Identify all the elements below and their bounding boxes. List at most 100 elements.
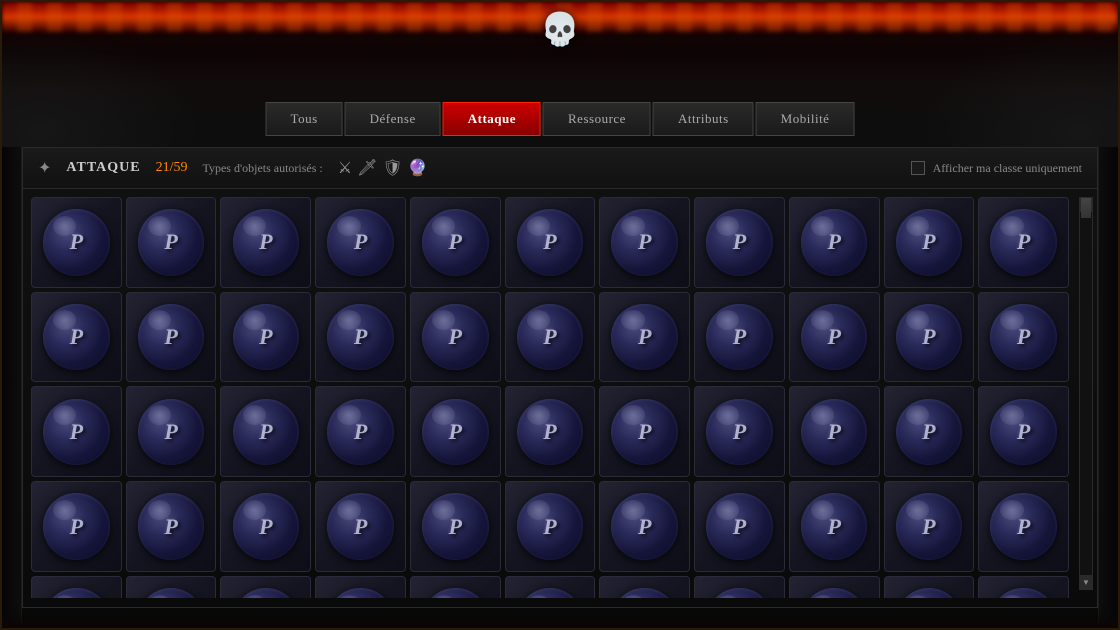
skill-item[interactable]: P xyxy=(599,292,690,383)
skill-orb: P xyxy=(517,588,584,598)
skill-item[interactable]: P xyxy=(31,292,122,383)
skill-icon: P xyxy=(896,304,963,371)
main-container: 💀 Tous Défense Attaque Ressource Attribu… xyxy=(0,0,1120,630)
skill-symbol: P xyxy=(922,419,935,445)
skill-item[interactable]: P xyxy=(410,197,501,288)
skill-icon: P xyxy=(517,209,584,276)
skill-item[interactable]: P xyxy=(220,197,311,288)
skill-item[interactable]: P xyxy=(315,292,406,383)
skill-item[interactable]: P xyxy=(789,386,880,477)
skill-orb: P xyxy=(327,304,394,371)
tab-ressource[interactable]: Ressource xyxy=(543,102,651,136)
skill-icon: P xyxy=(43,304,110,371)
skill-icon: P xyxy=(896,493,963,560)
skill-item[interactable]: P xyxy=(789,292,880,383)
skill-symbol: P xyxy=(543,229,556,255)
skill-item[interactable]: P xyxy=(126,481,217,572)
skill-item[interactable]: P xyxy=(31,386,122,477)
tab-defense[interactable]: Défense xyxy=(345,102,441,136)
scrollbar-arrow-down[interactable]: ▼ xyxy=(1080,575,1092,589)
skill-symbol: P xyxy=(70,514,83,540)
skill-orb: P xyxy=(233,493,300,560)
skill-orb: P xyxy=(990,588,1057,598)
skill-item[interactable]: P xyxy=(220,481,311,572)
skill-icon: P xyxy=(233,399,300,466)
skill-item[interactable]: P xyxy=(789,481,880,572)
skill-item[interactable]: P xyxy=(410,386,501,477)
skill-item[interactable]: P xyxy=(315,481,406,572)
skill-item[interactable]: P xyxy=(978,481,1069,572)
skill-icon: P xyxy=(517,588,584,598)
skill-item[interactable]: P xyxy=(978,197,1069,288)
skill-item[interactable]: P xyxy=(315,576,406,598)
skill-item[interactable]: P xyxy=(505,386,596,477)
skill-item[interactable]: P xyxy=(220,576,311,598)
skill-symbol: P xyxy=(449,229,462,255)
skill-item[interactable]: P xyxy=(789,197,880,288)
skill-icon: P xyxy=(43,588,110,598)
skill-item[interactable]: P xyxy=(599,481,690,572)
skill-item[interactable]: P xyxy=(126,197,217,288)
skill-icon: P xyxy=(422,209,489,276)
skill-item[interactable]: P xyxy=(505,197,596,288)
tab-attaque[interactable]: Attaque xyxy=(443,102,541,136)
skill-item[interactable]: P xyxy=(410,292,501,383)
skill-item[interactable]: P xyxy=(505,481,596,572)
skill-item[interactable]: P xyxy=(599,197,690,288)
skill-symbol: P xyxy=(733,419,746,445)
skill-item[interactable]: P xyxy=(505,292,596,383)
skill-item[interactable]: P xyxy=(599,386,690,477)
skill-orb: P xyxy=(611,209,678,276)
skill-item[interactable]: P xyxy=(126,292,217,383)
class-filter-checkbox[interactable] xyxy=(911,161,925,175)
skill-item[interactable]: P xyxy=(694,197,785,288)
skill-icon: P xyxy=(896,399,963,466)
weapon-icon-4: 🔮 xyxy=(408,158,428,178)
skill-item[interactable]: P xyxy=(978,386,1069,477)
skill-orb: P xyxy=(706,304,773,371)
skill-item[interactable]: P xyxy=(694,386,785,477)
skill-icon: P xyxy=(801,209,868,276)
skill-item[interactable]: P xyxy=(31,481,122,572)
skill-symbol: P xyxy=(922,324,935,350)
weapon-icon-1: ⚔ xyxy=(338,158,352,178)
skill-icon: P xyxy=(43,209,110,276)
skill-orb: P xyxy=(43,493,110,560)
skill-item[interactable]: P xyxy=(884,386,975,477)
scrollbar-thumb[interactable] xyxy=(1081,198,1091,218)
skill-item[interactable]: P xyxy=(126,576,217,598)
skill-item[interactable]: P xyxy=(789,576,880,598)
tab-mobilite[interactable]: Mobilité xyxy=(756,102,855,136)
skill-item[interactable]: P xyxy=(978,576,1069,598)
skill-item[interactable]: P xyxy=(694,481,785,572)
skill-item[interactable]: P xyxy=(315,197,406,288)
skill-item[interactable]: P xyxy=(31,576,122,598)
skill-icon: P xyxy=(896,588,963,598)
skill-item[interactable]: P xyxy=(884,481,975,572)
skill-symbol: P xyxy=(354,419,367,445)
skill-item[interactable]: P xyxy=(31,197,122,288)
tab-attributs[interactable]: Attributs xyxy=(653,102,754,136)
skill-icon: P xyxy=(706,399,773,466)
skill-item[interactable]: P xyxy=(410,576,501,598)
skill-item[interactable]: P xyxy=(126,386,217,477)
skill-item[interactable]: P xyxy=(505,576,596,598)
scrollbar[interactable]: ▲ ▼ xyxy=(1079,197,1093,590)
skill-item[interactable]: P xyxy=(599,576,690,598)
skill-orb: P xyxy=(43,209,110,276)
item-type-icons: ⚔ 🗡 🛡 🔮 xyxy=(338,158,428,178)
tab-tous[interactable]: Tous xyxy=(266,102,343,136)
skill-icon: P xyxy=(138,304,205,371)
skill-item[interactable]: P xyxy=(884,197,975,288)
skill-item[interactable]: P xyxy=(220,386,311,477)
skill-item[interactable]: P xyxy=(410,481,501,572)
skill-item[interactable]: P xyxy=(694,576,785,598)
skill-item[interactable]: P xyxy=(220,292,311,383)
skill-item[interactable]: P xyxy=(978,292,1069,383)
skill-item[interactable]: P xyxy=(884,292,975,383)
class-filter-label: Afficher ma classe uniquement xyxy=(933,161,1082,176)
skill-item[interactable]: P xyxy=(694,292,785,383)
skill-item[interactable]: P xyxy=(315,386,406,477)
skill-symbol: P xyxy=(449,324,462,350)
skill-item[interactable]: P xyxy=(884,576,975,598)
